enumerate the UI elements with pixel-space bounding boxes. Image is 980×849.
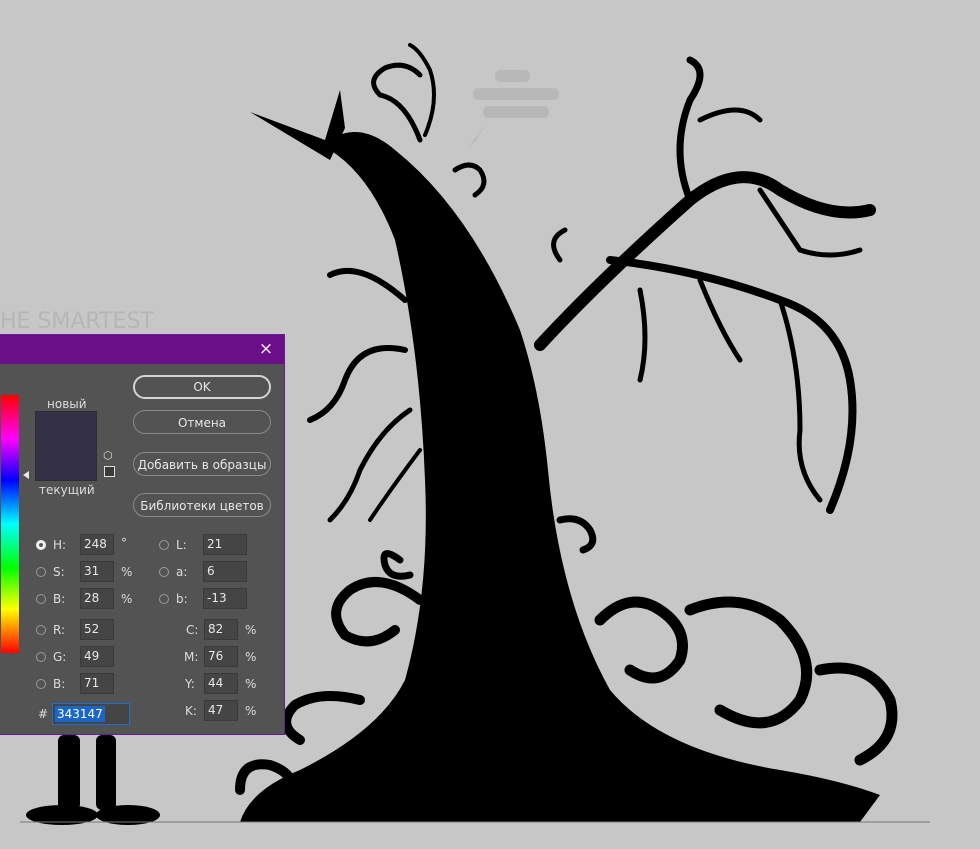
label-hue: H:	[53, 538, 67, 552]
radio-green[interactable]	[36, 652, 46, 662]
label-yellow: Y:	[185, 677, 195, 691]
unit-yellow: %	[245, 677, 257, 691]
radio-b-channel[interactable]	[159, 594, 169, 604]
canvas-watermark: HE SMARTEST	[0, 309, 154, 334]
field-hue[interactable]: 248	[80, 534, 114, 555]
radio-hue[interactable]	[36, 540, 46, 550]
add-to-swatches-button[interactable]: Добавить в образцы	[133, 452, 271, 476]
field-lightness[interactable]: 21	[203, 534, 247, 555]
hex-value-selected: 343147	[55, 706, 105, 722]
field-green[interactable]: 49	[80, 646, 114, 667]
hex-input[interactable]: 343147	[52, 703, 130, 725]
web-safe-square-icon[interactable]	[104, 466, 115, 477]
field-blue[interactable]: 71	[80, 673, 114, 694]
radio-a-channel[interactable]	[159, 567, 169, 577]
label-brightness: B:	[53, 592, 66, 606]
radio-red[interactable]	[36, 625, 46, 635]
cancel-button[interactable]: Отмена	[133, 410, 271, 434]
ok-button[interactable]: OK	[133, 375, 271, 399]
field-red[interactable]: 52	[80, 619, 114, 640]
unit-key: %	[245, 704, 257, 718]
label-magenta: M:	[184, 650, 199, 664]
unit-brightness: %	[121, 592, 133, 606]
field-magenta[interactable]: 76	[204, 646, 238, 667]
dialog-titlebar: ×	[0, 335, 284, 364]
radio-lightness[interactable]	[159, 540, 169, 550]
cube-gamut-icon[interactable]: ⬡	[103, 449, 113, 462]
field-a-channel[interactable]: 6	[203, 561, 247, 582]
label-blue: B:	[53, 677, 66, 691]
character-legs	[26, 735, 160, 825]
close-icon[interactable]: ×	[256, 339, 276, 359]
field-saturation[interactable]: 31	[80, 561, 114, 582]
field-b-channel[interactable]: -13	[203, 588, 247, 609]
field-yellow[interactable]: 44	[204, 673, 238, 694]
label-cyan: C:	[186, 623, 199, 637]
color-libraries-button[interactable]: Библиотеки цветов	[133, 493, 271, 517]
unit-saturation: %	[121, 565, 133, 579]
label-saturation: S:	[53, 565, 65, 579]
radio-brightness[interactable]	[36, 594, 46, 604]
field-cyan[interactable]: 82	[204, 619, 238, 640]
label-a-channel: a:	[176, 565, 188, 579]
hue-slider[interactable]	[1, 395, 19, 653]
label-lightness: L:	[176, 538, 187, 552]
color-preview-swatch[interactable]	[35, 411, 97, 481]
radio-blue[interactable]	[36, 679, 46, 689]
field-key[interactable]: 47	[204, 700, 238, 721]
field-brightness[interactable]: 28	[80, 588, 114, 609]
new-color-label: новый	[47, 397, 87, 411]
hue-slider-marker-icon[interactable]	[23, 471, 29, 479]
unit-cyan: %	[245, 623, 257, 637]
unit-magenta: %	[245, 650, 257, 664]
label-b-channel: b:	[176, 592, 188, 606]
current-color-label: текущий	[39, 483, 95, 497]
color-picker-dialog: × новый текущий ⬡ OK Отмена Добавить в о…	[0, 334, 285, 735]
label-key: K:	[185, 704, 197, 718]
label-red: R:	[53, 623, 66, 637]
unit-hue: °	[121, 536, 127, 550]
label-hex: #	[38, 707, 49, 721]
label-green: G:	[53, 650, 67, 664]
radio-saturation[interactable]	[36, 567, 46, 577]
sketch-marks	[468, 70, 559, 148]
